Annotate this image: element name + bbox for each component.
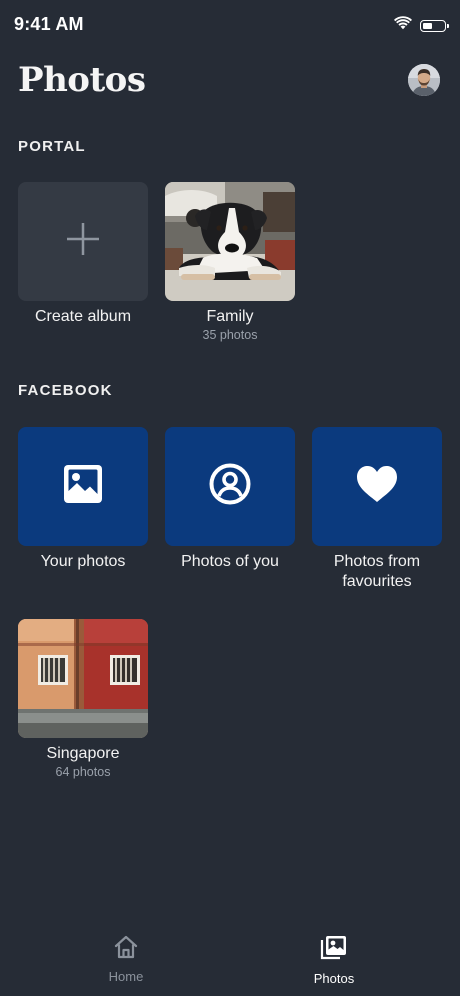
nav-item-photos[interactable]: Photos bbox=[284, 934, 384, 986]
photos-from-favourites-thumbnail[interactable] bbox=[312, 427, 442, 546]
album-tile-family[interactable]: Family 35 photos bbox=[165, 182, 295, 342]
album-tile-singapore[interactable]: Singapore 64 photos bbox=[18, 619, 148, 779]
family-photo-count: 35 photos bbox=[202, 328, 258, 342]
photos-icon bbox=[320, 934, 348, 967]
bottom-nav: Home Photos bbox=[0, 920, 460, 996]
section-heading-portal: PORTAL bbox=[18, 138, 86, 155]
photos-of-you-label: Photos of you bbox=[181, 553, 279, 570]
profile-avatar-image bbox=[408, 64, 440, 96]
nav-item-home[interactable]: Home bbox=[76, 934, 176, 984]
singapore-photo-count: 64 photos bbox=[55, 765, 111, 779]
wifi-icon bbox=[394, 16, 412, 35]
heart-icon bbox=[355, 464, 399, 509]
battery-icon bbox=[420, 19, 449, 32]
singapore-thumbnail[interactable] bbox=[18, 619, 148, 738]
image-icon bbox=[63, 464, 103, 509]
nav-label-home: Home bbox=[108, 969, 144, 984]
family-label: Family bbox=[206, 308, 254, 325]
status-icons bbox=[394, 16, 449, 35]
create-album-label: Create album bbox=[34, 308, 132, 325]
create-album-thumbnail[interactable] bbox=[18, 182, 148, 301]
singapore-building-photo bbox=[18, 619, 148, 738]
section-heading-facebook: FACEBOOK bbox=[18, 382, 113, 399]
avatar[interactable] bbox=[408, 64, 440, 96]
family-thumbnail[interactable] bbox=[165, 182, 295, 301]
nav-label-photos: Photos bbox=[313, 971, 355, 986]
dog-photo bbox=[165, 182, 295, 301]
photos-of-you-tile[interactable]: Photos of you bbox=[165, 427, 295, 572]
photos-from-favourites-label: Photos from favourites bbox=[312, 552, 442, 592]
singapore-label: Singapore bbox=[46, 745, 120, 762]
plus-icon bbox=[66, 222, 100, 261]
status-bar: 9:41 AM bbox=[0, 0, 460, 50]
your-photos-thumbnail[interactable] bbox=[18, 427, 148, 546]
your-photos-label: Your photos bbox=[40, 553, 126, 570]
photos-from-favourites-label-line1: Photos from bbox=[333, 553, 421, 570]
home-icon bbox=[113, 934, 139, 965]
photos-from-favourites-tile[interactable]: Photos from favourites bbox=[312, 427, 442, 592]
photos-of-you-thumbnail[interactable] bbox=[165, 427, 295, 546]
status-time: 9:41 AM bbox=[14, 14, 84, 34]
your-photos-tile[interactable]: Your photos bbox=[18, 427, 148, 572]
person-circle-icon bbox=[209, 463, 251, 510]
photos-from-favourites-label-line2: favourites bbox=[342, 573, 412, 590]
page-title: Photos bbox=[18, 60, 146, 100]
create-album-tile[interactable]: Create album bbox=[18, 182, 148, 327]
